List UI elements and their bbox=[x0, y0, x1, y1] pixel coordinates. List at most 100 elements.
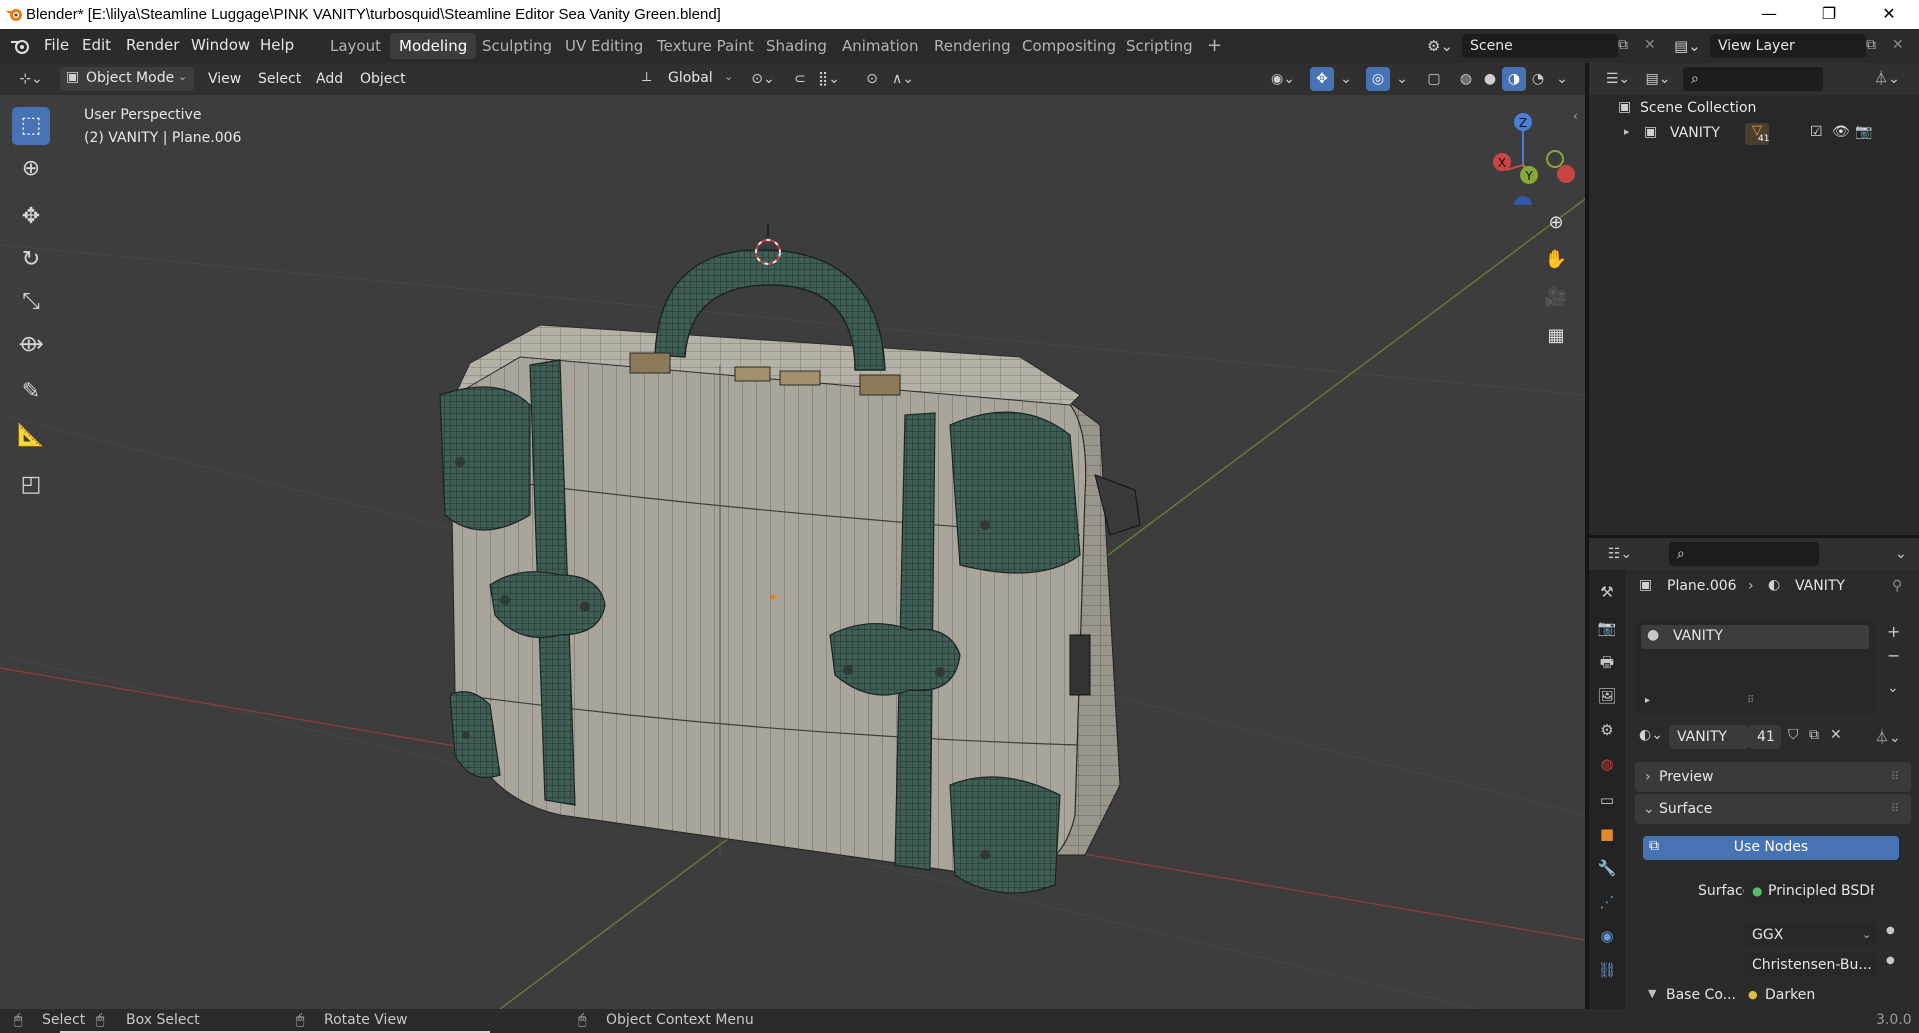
properties-search-input[interactable]: ⌕ bbox=[1669, 542, 1819, 566]
duplicate-material-icon[interactable]: ⧉ bbox=[1809, 727, 1819, 743]
tab-compositing[interactable]: Compositing bbox=[1013, 33, 1125, 59]
distribution-dropdown[interactable]: GGX ⌄ bbox=[1744, 923, 1876, 947]
keyframe-dot-icon[interactable]: ● bbox=[1886, 925, 1895, 936]
collapse-arrow-icon[interactable]: ▼ bbox=[1648, 987, 1656, 1000]
filter-icon[interactable]: ⏃⌄ bbox=[1869, 67, 1905, 91]
new-scene-icon[interactable]: ⧉ bbox=[1618, 37, 1628, 53]
material-shading-icon[interactable]: ◑ bbox=[1502, 67, 1526, 91]
tab-scripting[interactable]: Scripting bbox=[1117, 33, 1202, 59]
editor-type-icon[interactable]: ☰⌄ bbox=[1601, 67, 1635, 91]
drag-handle-icon[interactable]: ⠿ bbox=[1891, 762, 1899, 792]
tab-shading[interactable]: Shading bbox=[757, 33, 836, 59]
scene-field[interactable]: Scene bbox=[1462, 34, 1618, 58]
constraints-tab-icon[interactable]: ⛓ bbox=[1593, 956, 1621, 984]
maximize-button[interactable]: ❐ bbox=[1800, 0, 1858, 29]
new-view-layer-icon[interactable]: ⧉ bbox=[1866, 37, 1876, 53]
exclude-checkbox-icon[interactable]: ☑ bbox=[1810, 124, 1823, 140]
use-nodes-button[interactable]: ⧉ Use Nodes bbox=[1643, 836, 1899, 860]
tab-modeling[interactable]: Modeling bbox=[390, 33, 477, 59]
visibility-eye-icon[interactable]: 👁 bbox=[1832, 124, 1850, 140]
menu-object[interactable]: Object bbox=[360, 67, 406, 91]
outliner-item-vanity[interactable]: ▸ ▣ VANITY ▽ 41 ☑ 👁 📷 bbox=[1598, 123, 1918, 147]
wireframe-shading-icon[interactable]: ◍ bbox=[1454, 67, 1478, 91]
editor-type-icon[interactable]: ☷⌄ bbox=[1603, 542, 1637, 566]
move-tool-icon[interactable]: ✥ bbox=[12, 198, 50, 236]
physics-tab-icon[interactable]: ◉ bbox=[1593, 922, 1621, 950]
rotate-tool-icon[interactable]: ↻ bbox=[12, 241, 50, 279]
pan-hand-icon[interactable]: ✋ bbox=[1541, 245, 1571, 275]
tab-layout[interactable]: Layout bbox=[321, 33, 390, 59]
zoom-icon[interactable]: ⊕ bbox=[1541, 208, 1571, 238]
minimize-button[interactable]: — bbox=[1740, 0, 1798, 29]
tab-rendering[interactable]: Rendering bbox=[925, 33, 1020, 59]
sidebar-toggle-icon[interactable]: ‹ bbox=[1573, 109, 1578, 123]
keyframe-dot-icon[interactable]: ● bbox=[1886, 955, 1895, 966]
blender-menu-icon[interactable] bbox=[10, 37, 30, 55]
link-dropdown-icon[interactable]: ⏃⌄ bbox=[1875, 727, 1901, 747]
mode-dropdown[interactable]: ▣ Object Mode ⌄ bbox=[60, 67, 194, 91]
base-color-row[interactable]: ▼ Base Co... ● Darken bbox=[1640, 987, 1910, 1007]
view-layer-tab-icon[interactable]: 🖼 bbox=[1593, 682, 1621, 710]
transform-orientation-dropdown[interactable]: ⟂ Global ⌄ bbox=[638, 67, 736, 91]
collection-tab-icon[interactable]: ▭ bbox=[1593, 786, 1621, 814]
delete-scene-icon[interactable]: ✕ bbox=[1644, 37, 1656, 53]
solid-shading-icon[interactable]: ● bbox=[1478, 67, 1502, 91]
camera-view-icon[interactable]: 🎥 bbox=[1541, 283, 1571, 313]
navigation-gizmo[interactable]: Z X Y bbox=[1468, 105, 1578, 205]
remove-slot-icon[interactable]: − bbox=[1887, 646, 1900, 665]
drag-handle-icon[interactable]: ⠿ bbox=[1891, 794, 1899, 824]
browse-material-icon[interactable]: ◐⌄ bbox=[1639, 727, 1663, 743]
options-dropdown-icon[interactable]: ⌄ bbox=[1889, 542, 1913, 566]
falloff-icon[interactable]: ∧⌄ bbox=[886, 67, 920, 91]
subsurface-method-dropdown[interactable]: Christensen-Bu... bbox=[1744, 953, 1876, 977]
pivot-point-icon[interactable]: ⊙⌄ bbox=[746, 67, 780, 91]
object-tab-icon[interactable]: ■ bbox=[1593, 820, 1621, 848]
menu-view[interactable]: View bbox=[208, 67, 241, 91]
cursor-tool-icon[interactable]: ⊕ bbox=[12, 150, 50, 188]
rendered-shading-icon[interactable]: ◔ bbox=[1526, 67, 1550, 91]
surface-shader-dropdown[interactable]: ● Principled BSDF bbox=[1744, 879, 1874, 903]
expand-arrow-icon[interactable]: ▸ bbox=[1645, 695, 1650, 706]
3d-viewport[interactable]: ⬚ ⊕ ✥ ↻ ⤡ ⟴ ✎ 📐 ◰ User Perspective (2) V… bbox=[0, 95, 1585, 1009]
user-count[interactable]: 41 bbox=[1749, 725, 1781, 749]
overlay-dropdown-icon[interactable]: ⌄ bbox=[1390, 67, 1414, 91]
menu-file[interactable]: File bbox=[44, 36, 69, 54]
output-tab-icon[interactable]: 🖶 bbox=[1593, 648, 1621, 676]
overlay-toggle-icon[interactable]: ◎ bbox=[1366, 67, 1390, 91]
tab-sculpting[interactable]: Sculpting bbox=[473, 33, 561, 59]
fake-user-icon[interactable]: ⛉ bbox=[1788, 727, 1799, 743]
menu-add[interactable]: Add bbox=[316, 67, 343, 91]
editor-type-icon[interactable]: ⊹⌄ bbox=[14, 67, 48, 91]
tab-texture-paint[interactable]: Texture Paint bbox=[648, 33, 763, 59]
world-tab-icon[interactable]: ◍ bbox=[1593, 750, 1621, 778]
xray-toggle-icon[interactable]: ▢ bbox=[1422, 67, 1446, 91]
add-workspace-icon[interactable]: + bbox=[1198, 33, 1231, 59]
material-name-field[interactable]: VANITY bbox=[1669, 725, 1749, 749]
particles-tab-icon[interactable]: ⋰ bbox=[1593, 888, 1621, 916]
slot-menu-icon[interactable]: ⌄ bbox=[1887, 680, 1899, 696]
proportional-edit-icon[interactable]: ⊙ bbox=[860, 67, 884, 91]
scene-browse-icon[interactable]: ⚙⌄ bbox=[1427, 34, 1457, 58]
add-slot-icon[interactable]: + bbox=[1887, 622, 1900, 641]
perspective-toggle-icon[interactable]: ▦ bbox=[1541, 321, 1571, 351]
view-layer-field[interactable]: View Layer bbox=[1710, 34, 1866, 58]
select-box-tool-icon[interactable]: ⬚ bbox=[12, 107, 50, 145]
menu-window[interactable]: Window bbox=[191, 36, 250, 54]
scale-tool-icon[interactable]: ⤡ bbox=[12, 283, 50, 321]
modifier-tab-icon[interactable]: 🔧 bbox=[1593, 854, 1621, 882]
gizmo-dropdown-icon[interactable]: ⌄ bbox=[1334, 67, 1358, 91]
snap-icon[interactable]: ⊂ bbox=[788, 67, 812, 91]
delete-view-layer-icon[interactable]: ✕ bbox=[1892, 37, 1904, 53]
measure-tool-icon[interactable]: 📐 bbox=[12, 417, 50, 455]
render-tab-icon[interactable]: 📷 bbox=[1593, 614, 1621, 642]
gizmo-toggle-icon[interactable]: ✥ bbox=[1310, 67, 1334, 91]
expand-arrow-icon[interactable]: ▸ bbox=[1624, 125, 1630, 138]
material-slot-row[interactable]: ● VANITY bbox=[1641, 625, 1869, 649]
menu-select[interactable]: Select bbox=[258, 67, 301, 91]
annotate-tool-icon[interactable]: ✎ bbox=[12, 373, 50, 411]
tab-uv-editing[interactable]: UV Editing bbox=[556, 33, 652, 59]
menu-render[interactable]: Render bbox=[126, 36, 179, 54]
scene-collection-row[interactable]: ▣ Scene Collection bbox=[1598, 99, 1918, 121]
pin-icon[interactable]: ⚲ bbox=[1892, 578, 1902, 594]
snap-target-icon[interactable]: ⣿⌄ bbox=[812, 67, 846, 91]
